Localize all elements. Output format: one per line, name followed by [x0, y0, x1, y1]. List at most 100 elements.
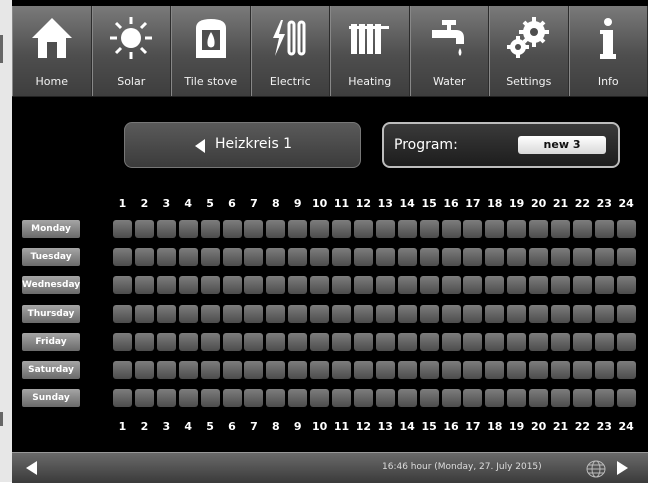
schedule-cell[interactable]: [178, 304, 198, 323]
schedule-cell[interactable]: [594, 332, 614, 351]
schedule-cell[interactable]: [441, 304, 461, 323]
schedule-cell[interactable]: [266, 248, 286, 267]
schedule-cell[interactable]: [288, 332, 308, 351]
schedule-cell[interactable]: [441, 220, 461, 238]
schedule-cell[interactable]: [572, 389, 592, 408]
schedule-cell[interactable]: [244, 220, 264, 238]
schedule-cell[interactable]: [594, 389, 614, 408]
schedule-cell[interactable]: [507, 220, 527, 238]
schedule-cell[interactable]: [310, 304, 330, 323]
day-button[interactable]: Tuesday: [22, 248, 80, 267]
schedule-cell[interactable]: [222, 361, 242, 379]
schedule-cell[interactable]: [156, 220, 176, 238]
schedule-cell[interactable]: [485, 248, 505, 267]
day-button[interactable]: Thursday: [22, 304, 80, 323]
schedule-cell[interactable]: [222, 276, 242, 295]
schedule-cell[interactable]: [529, 389, 549, 408]
schedule-cell[interactable]: [113, 220, 132, 238]
schedule-cell[interactable]: [375, 304, 395, 323]
next-arrow-icon[interactable]: [617, 461, 628, 475]
schedule-cell[interactable]: [419, 276, 439, 295]
schedule-cell[interactable]: [463, 276, 483, 295]
schedule-cell[interactable]: [332, 276, 351, 295]
schedule-cell[interactable]: [244, 389, 264, 408]
schedule-cell[interactable]: [200, 304, 220, 323]
schedule-cell[interactable]: [507, 389, 527, 408]
schedule-cell[interactable]: [419, 248, 439, 267]
schedule-cell[interactable]: [441, 248, 461, 267]
schedule-cell[interactable]: [572, 220, 592, 238]
nav-settings[interactable]: Settings: [489, 6, 569, 96]
schedule-cell[interactable]: [397, 361, 417, 379]
schedule-cell[interactable]: [288, 248, 308, 267]
schedule-cell[interactable]: [375, 248, 395, 267]
schedule-cell[interactable]: [529, 220, 549, 238]
schedule-cell[interactable]: [507, 248, 527, 267]
schedule-cell[interactable]: [572, 276, 592, 295]
previous-arrow-icon[interactable]: [26, 461, 37, 475]
schedule-cell[interactable]: [332, 389, 351, 408]
schedule-cell[interactable]: [178, 220, 198, 238]
schedule-cell[interactable]: [551, 220, 570, 238]
schedule-cell[interactable]: [616, 361, 636, 379]
schedule-cell[interactable]: [463, 332, 483, 351]
schedule-cell[interactable]: [222, 332, 242, 351]
schedule-cell[interactable]: [134, 220, 154, 238]
day-button[interactable]: Wednesday: [22, 276, 80, 295]
schedule-cell[interactable]: [310, 248, 330, 267]
nav-tile-stove[interactable]: Tile stove: [171, 6, 251, 96]
schedule-cell[interactable]: [594, 220, 614, 238]
schedule-cell[interactable]: [551, 304, 570, 323]
schedule-cell[interactable]: [113, 304, 132, 323]
schedule-cell[interactable]: [200, 276, 220, 295]
schedule-cell[interactable]: [397, 304, 417, 323]
schedule-cell[interactable]: [222, 389, 242, 408]
schedule-cell[interactable]: [616, 389, 636, 408]
schedule-cell[interactable]: [375, 220, 395, 238]
schedule-cell[interactable]: [616, 248, 636, 267]
schedule-cell[interactable]: [288, 304, 308, 323]
schedule-cell[interactable]: [616, 276, 636, 295]
schedule-cell[interactable]: [178, 332, 198, 351]
schedule-cell[interactable]: [485, 389, 505, 408]
schedule-cell[interactable]: [397, 389, 417, 408]
schedule-cell[interactable]: [134, 304, 154, 323]
schedule-cell[interactable]: [266, 389, 286, 408]
schedule-cell[interactable]: [288, 220, 308, 238]
schedule-cell[interactable]: [353, 276, 373, 295]
schedule-cell[interactable]: [134, 389, 154, 408]
schedule-cell[interactable]: [572, 332, 592, 351]
schedule-cell[interactable]: [200, 361, 220, 379]
schedule-cell[interactable]: [419, 389, 439, 408]
schedule-cell[interactable]: [200, 332, 220, 351]
schedule-cell[interactable]: [222, 304, 242, 323]
day-button[interactable]: Sunday: [22, 389, 80, 408]
schedule-cell[interactable]: [551, 389, 570, 408]
schedule-cell[interactable]: [375, 332, 395, 351]
schedule-cell[interactable]: [222, 220, 242, 238]
schedule-cell[interactable]: [397, 332, 417, 351]
schedule-cell[interactable]: [353, 361, 373, 379]
schedule-cell[interactable]: [288, 361, 308, 379]
schedule-cell[interactable]: [594, 304, 614, 323]
schedule-cell[interactable]: [244, 361, 264, 379]
schedule-cell[interactable]: [375, 361, 395, 379]
schedule-cell[interactable]: [156, 276, 176, 295]
schedule-cell[interactable]: [529, 361, 549, 379]
schedule-cell[interactable]: [551, 276, 570, 295]
schedule-cell[interactable]: [200, 389, 220, 408]
schedule-cell[interactable]: [485, 304, 505, 323]
schedule-cell[interactable]: [332, 248, 351, 267]
schedule-cell[interactable]: [551, 248, 570, 267]
schedule-cell[interactable]: [507, 304, 527, 323]
schedule-cell[interactable]: [113, 276, 132, 295]
schedule-cell[interactable]: [375, 276, 395, 295]
schedule-cell[interactable]: [156, 248, 176, 267]
schedule-cell[interactable]: [419, 332, 439, 351]
schedule-cell[interactable]: [332, 361, 351, 379]
schedule-cell[interactable]: [353, 332, 373, 351]
schedule-cell[interactable]: [310, 332, 330, 351]
schedule-cell[interactable]: [113, 248, 132, 267]
schedule-cell[interactable]: [353, 304, 373, 323]
schedule-cell[interactable]: [397, 220, 417, 238]
